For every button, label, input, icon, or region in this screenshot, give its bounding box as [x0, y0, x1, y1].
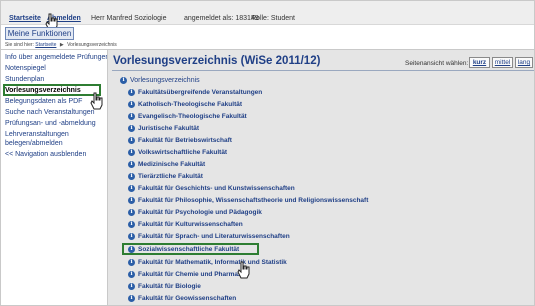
sidebar-item-pruefungsanmeldung[interactable]: Prüfungsan- und -abmeldung — [5, 120, 96, 128]
chevron-right-icon: ▶ — [59, 42, 64, 48]
tree-item-label: Fakultät für Sprach- und Literaturwissen… — [138, 233, 290, 240]
tree-item-label: Fakultät für Mathematik, Informatik und … — [138, 259, 287, 266]
login-id: angemeldet als: 183149 — [184, 15, 259, 22]
tree-item-label: Fakultät für Chemie und Pharmazie — [138, 271, 247, 278]
info-icon: i — [128, 283, 135, 290]
tree-item-label: Fakultät für Geowissenschaften — [138, 295, 237, 302]
tree-item-label: Juristische Fakultät — [138, 125, 200, 132]
info-icon: i — [128, 233, 135, 240]
view-label: Seitenansicht wählen: — [405, 60, 469, 67]
tree-highlight — [122, 243, 259, 255]
browser-viewport: Startseite Abmelden Herr Manfred Soziolo… — [0, 0, 535, 306]
tree-item-label: Evangelisch-Theologische Fakultät — [138, 113, 247, 120]
page-title: Vorlesungsverzeichnis (WiSe 2011/12) — [113, 55, 321, 67]
meine-funktionen-button[interactable]: Meine Funktionen — [5, 27, 74, 40]
hand-cursor-icon — [90, 92, 103, 110]
info-icon: i — [128, 137, 135, 144]
tree-item-label: Fakultät für Geschichts- und Kunstwissen… — [138, 185, 295, 192]
sidebar-item-lehrveranstaltungen[interactable]: Lehrveranstaltungen — [5, 131, 69, 139]
breadcrumb: Sie sind hier: Startseite ▶ Vorlesungsve… — [5, 42, 117, 48]
sidebar-item-lehrveranstaltungen-cont[interactable]: belegen/abmelden — [5, 140, 63, 148]
info-icon: i — [128, 161, 135, 168]
tree-item-label: Fakultätsübergreifende Veranstaltungen — [138, 89, 263, 96]
view-kurz-button[interactable]: kurz — [469, 57, 490, 68]
breadcrumb-prefix: Sie sind hier: — [5, 42, 34, 48]
info-icon: i — [128, 209, 135, 216]
user-name: Herr Manfred Soziologie — [91, 15, 167, 22]
tree-item-label: Fakultät für Philosophie, Wissenschaftst… — [138, 197, 369, 204]
breadcrumb-home-link[interactable]: Startseite — [35, 42, 56, 48]
hand-cursor-icon — [237, 261, 250, 279]
title-divider — [112, 70, 534, 71]
sidebar-item-suche[interactable]: Suche nach Veranstaltungen — [5, 109, 95, 117]
breadcrumb-current: Vorlesungsverzeichnis — [67, 42, 117, 48]
tree-item-label: Fakultät für Biologie — [138, 283, 201, 290]
info-icon: i — [128, 149, 135, 156]
top-bar: Startseite Abmelden Herr Manfred Soziolo… — [1, 1, 534, 25]
info-icon: i — [128, 197, 135, 204]
startseite-link[interactable]: Startseite — [9, 15, 41, 23]
info-icon: i — [128, 101, 135, 108]
tree-item-label: Fakultät für Kulturwissenschaften — [138, 221, 243, 228]
info-icon: i — [128, 221, 135, 228]
tree-item-label: Katholisch-Theologische Fakultät — [138, 101, 243, 108]
view-mittel-button[interactable]: mittel — [492, 57, 513, 68]
sidebar-item-notenspiegel[interactable]: Notenspiegel — [5, 65, 46, 73]
tree-item-label: Volkswirtschaftliche Fakultät — [138, 149, 228, 156]
view-lang-button[interactable]: lang — [515, 57, 533, 68]
info-icon: i — [128, 113, 135, 120]
info-icon: i — [128, 125, 135, 132]
info-icon: i — [128, 259, 135, 266]
info-icon: i — [128, 185, 135, 192]
sidebar-item-pruefungsinfo[interactable]: Info über angemeldete Prüfungen — [5, 54, 109, 62]
sidebar-item-belegungsdaten[interactable]: Belegungsdaten als PDF — [5, 98, 82, 106]
info-icon: i — [128, 89, 135, 96]
sidebar-item-navigation-ausblenden[interactable]: << Navigation ausblenden — [5, 151, 86, 159]
info-icon: i — [128, 173, 135, 180]
tree-item-label: Fakultät für Betriebswirtschaft — [138, 137, 232, 144]
info-icon: i — [128, 271, 135, 278]
tree-root-label: Vorlesungsverzeichnis — [130, 77, 200, 84]
info-icon: i — [120, 77, 127, 84]
sidebar-highlight — [3, 84, 101, 96]
tree-item-label: Tierärztliche Fakultät — [138, 173, 203, 180]
tree-item-label: Fakultät für Psychologie und Pädagogik — [138, 209, 262, 216]
user-role: Rolle: Student — [251, 15, 295, 22]
tree-item-label: Medizinische Fakultät — [138, 161, 206, 168]
sidebar-item-stundenplan[interactable]: Stundenplan — [5, 76, 44, 84]
info-icon: i — [128, 295, 135, 302]
main-content: Vorlesungsverzeichnis (WiSe 2011/12) Sei… — [107, 50, 534, 305]
